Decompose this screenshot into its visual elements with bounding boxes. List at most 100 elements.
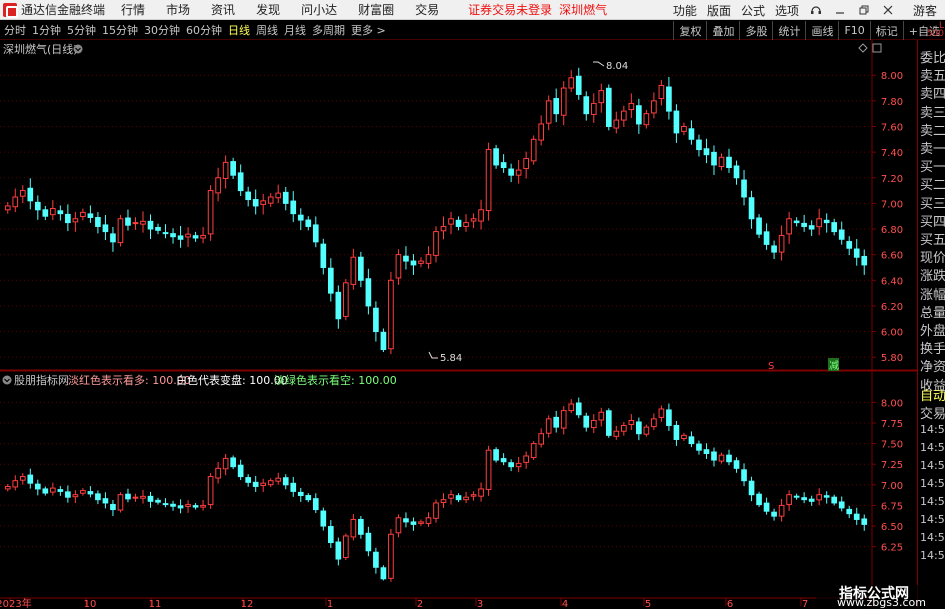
tool-overlay-button[interactable]: 叠加 xyxy=(706,21,739,40)
candle-body xyxy=(80,211,86,217)
kline-chart-svg[interactable]: 8.00 7.80 7.60 7.40 7.20 7.00 6.80 6.60 6.40 6.20… xyxy=(0,40,945,609)
trades-label[interactable]: 交易 xyxy=(920,403,945,422)
trade-time-cell: 14:56 xyxy=(920,423,945,436)
candle-body xyxy=(343,282,349,317)
main-y-tick-label: 7.00 xyxy=(881,199,903,210)
restore-icon[interactable] xyxy=(857,3,871,17)
quote-field-label: 买四 xyxy=(920,214,945,230)
candle-body xyxy=(425,517,432,524)
candle-body xyxy=(410,260,417,266)
period-tab-weekly[interactable]: 周线 xyxy=(256,22,278,38)
candle-body xyxy=(34,483,41,490)
candle-body xyxy=(282,191,289,204)
candle-body xyxy=(778,504,785,517)
guest-user-label[interactable]: 游客 xyxy=(913,2,937,19)
candle-body xyxy=(297,491,304,497)
diamond-icon[interactable] xyxy=(858,43,868,53)
quote-field-label: 净资 xyxy=(920,360,945,376)
period-tab-timeshare[interactable]: 分时 xyxy=(4,22,26,38)
candle-body xyxy=(846,241,853,249)
sub-y-tick-label: 6.75 xyxy=(881,501,903,512)
candle-body xyxy=(125,493,131,500)
menu-item-market[interactable]: 市场 xyxy=(166,1,190,18)
candle-body xyxy=(312,498,319,511)
candle-body xyxy=(65,213,71,224)
x-axis-tick-label: 10 xyxy=(84,599,97,609)
candle-body xyxy=(681,125,687,132)
candle-body xyxy=(605,410,612,436)
candle-body xyxy=(801,497,807,501)
candle-body xyxy=(267,196,274,204)
menu-item-ask[interactable]: 问小达 xyxy=(301,1,337,18)
period-tab-30min[interactable]: 30分钟 xyxy=(144,22,180,38)
sub-panel-indicator-name[interactable]: 股朋指标网 xyxy=(14,373,69,387)
candle-body xyxy=(620,424,627,432)
main-y-tick-label: 6.60 xyxy=(881,251,903,262)
sub-panel-dropdown-icon[interactable] xyxy=(2,375,12,385)
menu-item-layout[interactable]: 版面 xyxy=(707,2,731,19)
candle-body xyxy=(358,518,364,535)
menu-item-function[interactable]: 功能 xyxy=(673,2,697,19)
period-tab-monthly[interactable]: 月线 xyxy=(284,22,306,38)
period-tab-1min[interactable]: 1分钟 xyxy=(32,22,61,38)
main-candles xyxy=(4,67,868,355)
candle-body xyxy=(831,496,838,504)
menu-item-trade[interactable]: 交易 xyxy=(415,1,439,18)
period-tab-15min[interactable]: 15分钟 xyxy=(102,22,138,38)
x-axis-tick-label: 6 xyxy=(727,599,733,609)
period-tab-5min[interactable]: 5分钟 xyxy=(67,22,96,38)
candle-body xyxy=(252,481,259,487)
candle-body xyxy=(185,504,191,507)
trade-login-warning[interactable]: 证券交易未登录 xyxy=(468,1,552,18)
trade-time-cell: 14:56 xyxy=(920,495,945,508)
x-axis-tick-label: 1 xyxy=(327,599,333,609)
candle-body xyxy=(515,169,522,176)
candle-body xyxy=(350,518,357,538)
tool-multi-stock-button[interactable]: 多股 xyxy=(739,21,772,40)
kline-chart-area[interactable]: 8.00 7.80 7.60 7.40 7.20 7.00 6.80 6.60 6.40 6.20… xyxy=(0,40,945,609)
candle-body xyxy=(711,451,717,461)
menu-item-discover[interactable]: 发现 xyxy=(256,1,280,18)
period-tab-multi[interactable]: 多周期 xyxy=(312,22,345,38)
minimize-icon[interactable] xyxy=(833,3,847,17)
candle-body xyxy=(440,225,447,232)
period-tab-more[interactable]: 更多 > xyxy=(351,22,386,38)
tool-draw-button[interactable]: 画线 xyxy=(805,21,838,40)
sub-y-tick-label: 7.75 xyxy=(881,419,903,430)
tool-mark-button[interactable]: 标记 xyxy=(869,21,903,40)
tool-adjust-button[interactable]: 复权 xyxy=(673,21,706,40)
candle-body xyxy=(260,482,267,486)
candle-body xyxy=(275,477,282,482)
candle-body xyxy=(215,467,221,479)
main-panel-title[interactable]: 深圳燃气(日线) xyxy=(3,42,78,56)
tool-stats-button[interactable]: 统计 xyxy=(772,21,805,40)
menu-item-news[interactable]: 资讯 xyxy=(211,1,235,18)
period-tab-60min[interactable]: 60分钟 xyxy=(186,22,222,38)
main-panel-dropdown-icon[interactable] xyxy=(73,44,83,54)
candle-body xyxy=(763,231,770,245)
candle-body xyxy=(425,254,432,264)
headset-icon[interactable] xyxy=(809,3,823,17)
candle-body xyxy=(215,177,221,194)
quote-field-label: 卖二 xyxy=(920,123,945,139)
menu-item-wealth[interactable]: 财富圈 xyxy=(358,1,394,18)
panel-maximize-icon[interactable] xyxy=(872,43,882,53)
tool-f10-button[interactable]: F10 xyxy=(838,21,869,40)
candle-body xyxy=(590,420,597,429)
l-badge: L 500 xyxy=(921,22,944,39)
close-icon[interactable] xyxy=(881,3,895,17)
menu-item-formula[interactable]: 公式 xyxy=(741,2,765,19)
menu-item-options[interactable]: 选项 xyxy=(775,2,799,19)
period-tab-daily[interactable]: 日线 xyxy=(228,22,250,38)
candle-body xyxy=(500,458,507,463)
menu-item-quotes[interactable]: 行情 xyxy=(121,1,145,18)
candle-body xyxy=(177,235,184,240)
candle-body xyxy=(117,494,124,511)
candle-body xyxy=(613,119,620,129)
candle-body xyxy=(327,526,334,544)
candle-body xyxy=(200,234,206,239)
candle-body xyxy=(530,443,537,458)
menu-bar: 通达信金融终端 行情 市场 资讯 发现 问小达 财富圈 交易 证券交易未登录 深… xyxy=(0,0,945,20)
candle-body xyxy=(290,482,297,492)
auto-mode-label[interactable]: 自动 xyxy=(920,385,945,404)
